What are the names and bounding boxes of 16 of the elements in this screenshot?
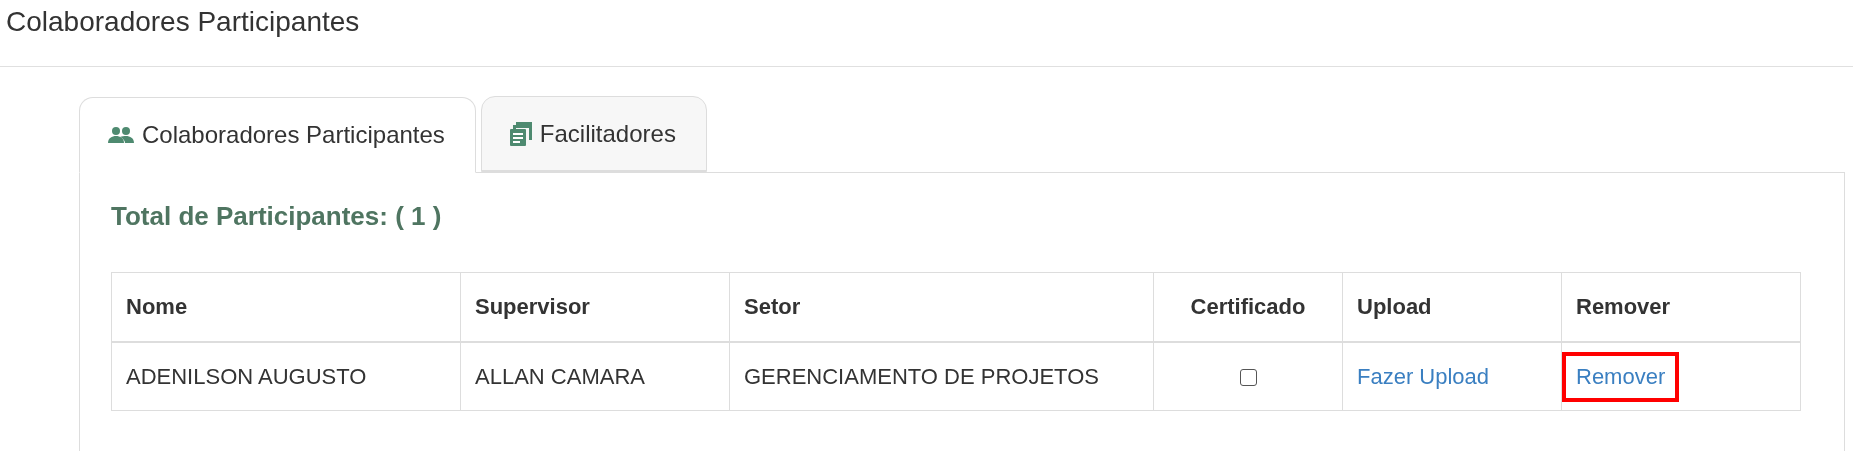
page-title: Colaboradores Participantes <box>0 0 1853 67</box>
tab[interactable]: Facilitadores <box>480 96 707 172</box>
table-cell: ALLAN CAMARA <box>460 342 730 411</box>
column-header: Nome <box>111 272 461 342</box>
column-header: Setor <box>729 272 1154 342</box>
documents-icon <box>509 122 532 146</box>
table-cell: GERENCIAMENTO DE PROJETOS <box>729 342 1154 411</box>
participant-total: Total de Participantes: ( 1 ) <box>111 201 443 232</box>
table-cell: ADENILSON AUGUSTO <box>111 342 461 411</box>
tab[interactable]: Colaboradores Participantes <box>79 97 476 173</box>
column-header: Certificado <box>1153 272 1343 342</box>
certificate-checkbox[interactable] <box>1239 369 1257 387</box>
column-header: Upload <box>1342 272 1562 342</box>
column-header: Remover <box>1561 272 1801 342</box>
people-icon <box>108 126 134 144</box>
column-header: Supervisor <box>460 272 730 342</box>
